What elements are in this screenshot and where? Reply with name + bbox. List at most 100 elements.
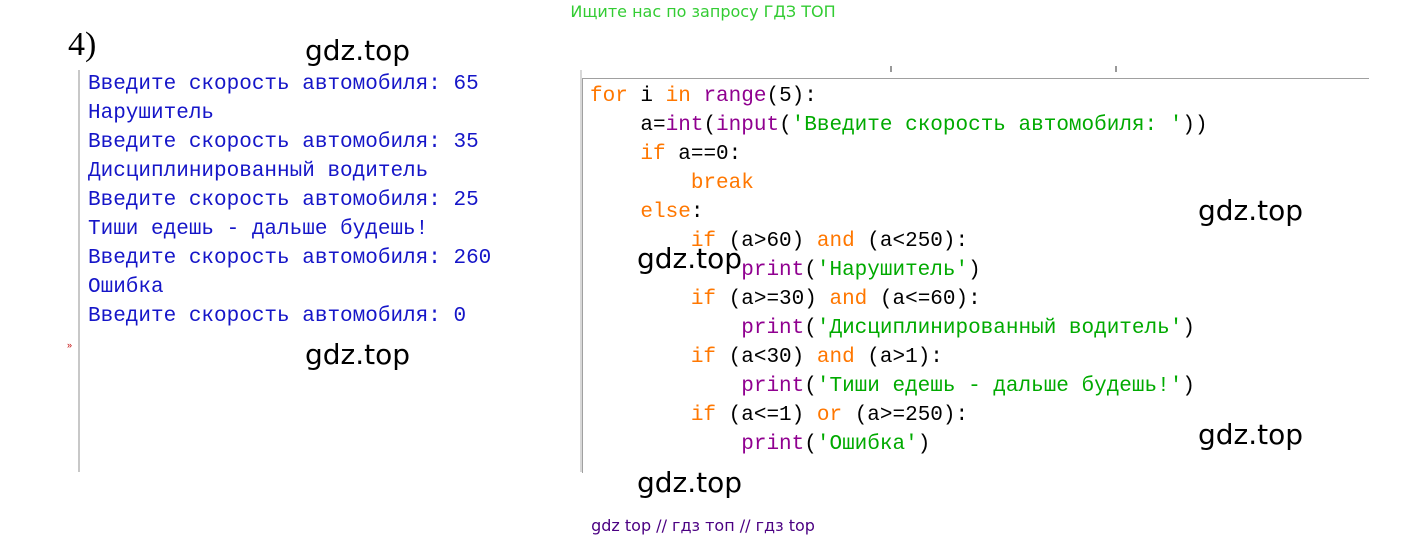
- code-text: (a<=1): [716, 404, 817, 427]
- shell-line: Ошибка: [88, 273, 491, 302]
- shell-line: Дисциплинированный водитель: [88, 157, 491, 186]
- keyword: for: [590, 85, 628, 108]
- shell-input: 65: [453, 73, 479, 96]
- keyword: if: [690, 404, 717, 427]
- code-line: else:: [590, 198, 1208, 227]
- code-text: (a>1):: [854, 346, 943, 369]
- shell-prompt: Введите скорость автомобиля:: [88, 189, 454, 212]
- code-text: (: [779, 114, 792, 137]
- keyword: and: [829, 288, 868, 311]
- footer: gdz top // гдз топ // гдз top: [591, 516, 815, 535]
- code-text: (a>=30): [716, 288, 830, 311]
- shell-line: Введите скорость автомобиля: 260: [88, 244, 491, 273]
- watermark: gdz.top: [305, 34, 411, 67]
- code-text: (: [804, 317, 817, 340]
- code-text: (a<30): [716, 346, 817, 369]
- code-line: if (a<30) and (a>1):: [590, 343, 1208, 372]
- code-line: print('Дисциплинированный водитель'): [590, 314, 1208, 343]
- code-text: )): [1182, 114, 1208, 137]
- keyword: else: [640, 201, 691, 224]
- shell-line: Введите скорость автомобиля: 65: [88, 70, 491, 99]
- top-banner: Ищите нас по запросу ГДЗ ТОП: [570, 2, 836, 21]
- shell-line: Тиши едешь - дальше будешь!: [88, 215, 491, 244]
- code-text: (: [804, 375, 817, 398]
- shell-prompt: Введите скорость автомобиля:: [88, 73, 454, 96]
- code-text: (a<250):: [854, 230, 969, 253]
- keyword: if: [640, 143, 666, 166]
- watermark: gdz.top: [637, 466, 743, 499]
- code-text: (a<=60):: [867, 288, 981, 311]
- keyword: and: [816, 230, 855, 253]
- keyword: in: [665, 85, 691, 108]
- shell-output: Введите скорость автомобиля: 65 Нарушите…: [88, 70, 491, 331]
- code-line: for i in range(5):: [590, 82, 1208, 111]
- shell-input: 0: [453, 305, 467, 328]
- code-text: ): [1182, 317, 1195, 340]
- string: 'Ошибка': [816, 433, 918, 456]
- code-line: print('Тиши едешь - дальше будешь!'): [590, 372, 1208, 401]
- builtin: int: [665, 114, 704, 137]
- editor-tick: [890, 66, 892, 72]
- code-text: (: [804, 259, 817, 282]
- builtin: input: [716, 114, 780, 137]
- shell-input: 25: [453, 189, 479, 212]
- watermark: gdz.top: [305, 338, 411, 371]
- shell-prompt: Введите скорость автомобиля:: [88, 305, 454, 328]
- shell-line: Введите скорость автомобиля: 25: [88, 186, 491, 215]
- shell-line: Введите скорость автомобиля: 35: [88, 128, 491, 157]
- keyword: if: [690, 288, 717, 311]
- code-text: ): [968, 259, 981, 282]
- watermark: gdz.top: [1198, 194, 1304, 227]
- code-text: a=: [590, 114, 666, 137]
- code-text: i: [627, 85, 666, 108]
- builtin: range: [703, 85, 767, 108]
- task-number: 4): [68, 26, 97, 63]
- shell-input: 35: [453, 131, 479, 154]
- code-text: (a>=250):: [842, 404, 969, 427]
- code-text: ): [1182, 375, 1195, 398]
- builtin: print: [741, 375, 805, 398]
- shell-input: 260: [453, 247, 492, 270]
- string: 'Введите скорость автомобиля: ': [791, 114, 1183, 137]
- editor-tick: [1115, 66, 1117, 72]
- shell-output-text: Нарушитель: [88, 102, 215, 125]
- string: 'Нарушитель': [816, 259, 969, 282]
- code-text: :: [690, 201, 704, 224]
- keyword: if: [690, 346, 717, 369]
- code-line: if (a<=1) or (a>=250):: [590, 401, 1208, 430]
- code-line: a=int(input('Введите скорость автомобиля…: [590, 111, 1208, 140]
- shell-line: Нарушитель: [88, 99, 491, 128]
- code-line: if (a>=30) and (a<=60):: [590, 285, 1208, 314]
- shell-prompt: Введите скорость автомобиля:: [88, 131, 454, 154]
- shell-output-text: Ошибка: [88, 276, 164, 299]
- code-text: a==0:: [665, 143, 742, 166]
- watermark: gdz.top: [637, 242, 743, 275]
- code-text: (5):: [766, 85, 817, 108]
- builtin: print: [741, 259, 805, 282]
- code-line: print('Ошибка'): [590, 430, 1208, 459]
- keyword: break: [690, 172, 754, 195]
- shell-cursor-marker: »: [67, 340, 73, 350]
- watermark: gdz.top: [1198, 418, 1304, 451]
- builtin: print: [741, 433, 805, 456]
- shell-prompt: Введите скорость автомобиля:: [88, 247, 454, 270]
- keyword: and: [816, 346, 855, 369]
- shell-output-text: Дисциплинированный водитель: [88, 160, 429, 183]
- builtin: print: [741, 317, 805, 340]
- string: 'Дисциплинированный водитель': [816, 317, 1183, 340]
- code-line: if a==0:: [590, 140, 1208, 169]
- code-text: (: [804, 433, 817, 456]
- keyword: or: [816, 404, 843, 427]
- code-line: break: [590, 169, 1208, 198]
- code-text: ): [917, 433, 931, 456]
- shell-output-text: Тиши едешь - дальше будешь!: [88, 218, 429, 241]
